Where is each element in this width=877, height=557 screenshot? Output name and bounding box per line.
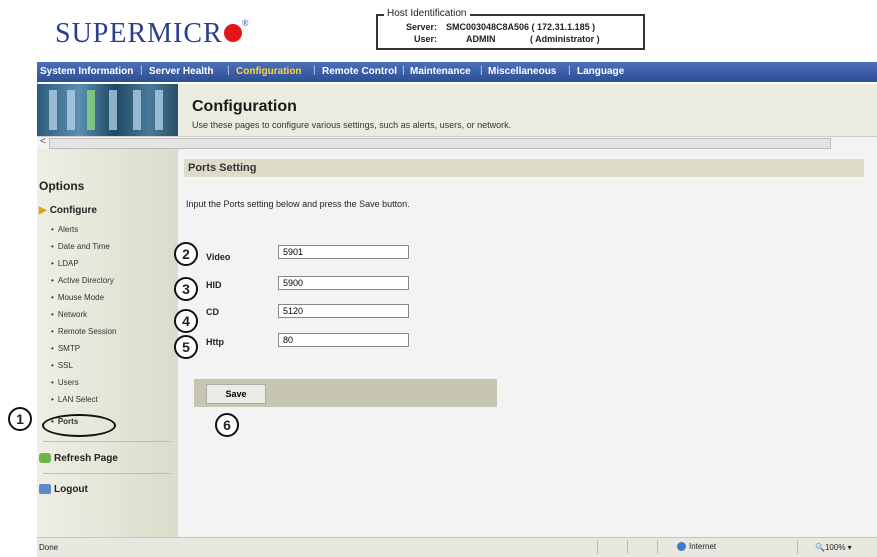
page-description: Use these pages to configure various set… (192, 120, 512, 130)
options-sidebar: Options ▶ Configure • Alerts • Date and Tim… (37, 149, 179, 537)
sidebar-item-mouse-mode[interactable]: • Mouse Mode (51, 293, 104, 302)
security-zone: Internet (677, 542, 716, 552)
globe-icon (677, 542, 686, 552)
video-label: Video (206, 252, 231, 262)
sidebar-divider (43, 441, 171, 442)
callout-5: 5 (174, 335, 198, 359)
nav-separator: | (227, 65, 230, 76)
hid-port-input[interactable] (278, 276, 409, 290)
nav-system-information[interactable]: System Information (40, 66, 133, 77)
host-identification-box: Host Identification Server: SMC003048C8A… (376, 8, 645, 50)
cd-label: CD (206, 307, 219, 317)
instruction-text: Input the Ports setting below and press … (186, 199, 410, 209)
user-value: ADMIN (466, 34, 496, 44)
horizontal-scrollbar[interactable]: < (37, 136, 877, 150)
sidebar-item-lan-select[interactable]: • LAN Select (51, 395, 98, 404)
sidebar-item-active-directory[interactable]: • Active Directory (51, 276, 114, 285)
callout-1: 1 (8, 407, 32, 431)
callout-3: 3 (174, 277, 198, 301)
nav-separator: | (140, 65, 143, 76)
nav-configuration[interactable]: Configuration (236, 66, 302, 77)
sidebar-title: Options (39, 179, 85, 193)
refresh-page-link[interactable]: Refresh Page (39, 453, 118, 464)
magnifier-icon: 🔍 (815, 543, 825, 552)
host-identification-legend: Host Identification (384, 8, 470, 19)
supermicro-logo: SUPERMICR ® (55, 18, 250, 49)
sidebar-item-ssl[interactable]: • SSL (51, 361, 73, 370)
sidebar-item-alerts[interactable]: • Alerts (51, 225, 78, 234)
nav-server-health[interactable]: Server Health (149, 66, 213, 77)
sidebar-item-remote-session[interactable]: • Remote Session (51, 327, 117, 336)
nav-separator: | (480, 65, 483, 76)
ports-highlight-ellipse (42, 414, 116, 437)
nav-miscellaneous[interactable]: Miscellaneous (488, 66, 556, 77)
sidebar-item-users[interactable]: • Users (51, 378, 79, 387)
triangle-right-icon: ▶ (39, 205, 47, 216)
http-label: Http (206, 337, 224, 347)
scrollbar-thumb[interactable] (49, 138, 831, 149)
refresh-icon (39, 453, 51, 464)
nav-separator: | (402, 65, 405, 76)
sidebar-item-smtp[interactable]: • SMTP (51, 344, 80, 353)
section-title: Ports Setting (184, 159, 864, 177)
cd-port-input[interactable] (278, 304, 409, 318)
nav-separator: | (568, 65, 571, 76)
callout-2: 2 (174, 242, 198, 266)
sidebar-item-ldap[interactable]: • LDAP (51, 259, 79, 268)
zoom-level[interactable]: 🔍100% ▾ (815, 543, 852, 552)
nav-separator: | (313, 65, 316, 76)
server-value: SMC003048C8A506 ( 172.31.1.185 ) (446, 22, 596, 32)
http-port-input[interactable] (278, 333, 409, 347)
browser-status-bar: Done Internet 🔍100% ▾ (37, 537, 877, 557)
sidebar-divider (43, 473, 171, 474)
server-label: Server: (406, 22, 438, 32)
save-button[interactable]: Save (206, 384, 266, 404)
page-banner: Configuration Use these pages to configu… (37, 84, 877, 136)
logout-icon (39, 484, 51, 495)
header: SUPERMICR ® Host Identification Server: S… (37, 0, 877, 62)
callout-4: 4 (174, 309, 198, 333)
main-content: Ports Setting Input the Ports setting be… (178, 149, 877, 537)
server-rack-banner-image (37, 84, 178, 136)
nav-maintenance[interactable]: Maintenance (410, 66, 471, 77)
sidebar-item-network[interactable]: • Network (51, 310, 87, 319)
hid-label: HID (206, 280, 222, 290)
nav-language[interactable]: Language (577, 66, 624, 77)
logout-link[interactable]: Logout (39, 484, 88, 495)
video-port-input[interactable] (278, 245, 409, 259)
scroll-left-icon[interactable]: < (40, 136, 46, 147)
page-title: Configuration (192, 98, 297, 115)
nav-remote-control[interactable]: Remote Control (322, 66, 397, 77)
status-text: Done (39, 543, 59, 552)
sidebar-item-date-and-time[interactable]: • Date and Time (51, 242, 110, 251)
main-nav: System Information | Server Health | Con… (37, 62, 877, 82)
user-role: ( Administrator ) (530, 34, 600, 44)
sidebar-configure[interactable]: ▶ Configure (39, 205, 97, 216)
user-label: User: (414, 34, 438, 44)
callout-6: 6 (215, 413, 239, 437)
